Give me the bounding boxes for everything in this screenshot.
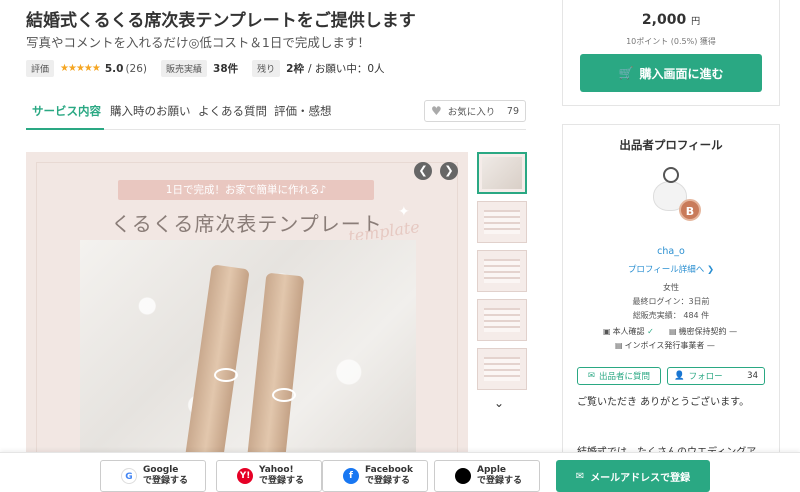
apple-signup-button[interactable]: Apple で登録する xyxy=(434,460,540,492)
check-icon: ✓ xyxy=(647,327,654,336)
thumbnail-image xyxy=(484,308,520,332)
ribbon-bow xyxy=(272,388,296,402)
facebook-icon: f xyxy=(343,468,359,484)
sales-count: 38件 xyxy=(213,63,239,75)
person-icon: ▣ xyxy=(603,327,611,336)
heart-icon: ♥ xyxy=(431,104,442,118)
buy-button[interactable]: 🛒 購入画面に進む xyxy=(580,54,762,92)
favorite-count: 79 xyxy=(506,105,519,117)
product-stats: 評価 ★★★★★ 5.0 (26) 販売実績 38件 残り 2枠 / お願い中：… xyxy=(26,60,385,77)
prev-image-icon[interactable]: ❮ xyxy=(414,162,432,180)
apple-label: Apple xyxy=(477,465,507,475)
identity-verified: ▣ 本人確認 ✓ xyxy=(603,326,654,337)
thumbnail-image xyxy=(484,210,520,234)
nda-label: 機密保持契約 xyxy=(678,327,727,336)
sparkle-icon: ✦ xyxy=(398,204,410,220)
apple-sub: で登録する xyxy=(477,476,523,486)
thumbnail-image xyxy=(484,357,520,381)
tab-faq[interactable]: よくある質問 xyxy=(198,103,267,119)
next-image-icon[interactable]: ❯ xyxy=(440,162,458,180)
email-signup-label: メールアドレスで登録 xyxy=(590,472,691,484)
seller-username[interactable]: cha_o xyxy=(563,246,779,257)
remaining-slots: 2枠 xyxy=(286,63,304,75)
apple-icon xyxy=(455,468,471,484)
requests-count: / お願い中：0人 xyxy=(307,63,385,75)
avatar[interactable]: B xyxy=(643,163,703,223)
avatar-head xyxy=(663,167,679,183)
thumbnail-list xyxy=(477,152,527,397)
facebook-sub: で登録する xyxy=(365,476,411,486)
yahoo-signup-button[interactable]: Y! Yahoo! で登録する xyxy=(216,460,322,492)
ribbon-bow xyxy=(214,368,238,382)
mail-icon: ✉ xyxy=(587,371,596,381)
google-label: Google xyxy=(143,465,179,475)
document-icon: ▤ xyxy=(669,327,677,336)
favorite-label: お気に入り xyxy=(447,107,496,118)
rating-score: 5.0 xyxy=(104,62,124,75)
tab-purchase-notes[interactable]: 購入時のお願い xyxy=(110,103,191,119)
invoice-status: ▤ インボイス発行事業者 — xyxy=(615,341,715,350)
chevron-down-icon[interactable]: ⌄ xyxy=(494,396,504,410)
thumbnail-image xyxy=(484,259,520,283)
thumbnail-image xyxy=(482,157,522,189)
mail-icon: ✉ xyxy=(575,470,585,482)
buy-label: 購入画面に進む xyxy=(639,66,724,81)
rank-badge-icon: B xyxy=(679,199,701,221)
yahoo-icon: Y! xyxy=(237,468,253,484)
identity-label: 本人確認 xyxy=(612,327,645,336)
review-count-link[interactable]: (26) xyxy=(125,63,147,75)
google-sub: で登録する xyxy=(143,476,189,486)
google-signup-button[interactable]: G Google で登録する xyxy=(100,460,206,492)
ask-seller-button[interactable]: ✉ 出品者に質問 xyxy=(577,367,661,385)
rating-tag: 評価 xyxy=(26,60,55,77)
purchase-box: 2,000 円 10ポイント (0.5%) 獲得 🛒 購入画面に進む xyxy=(562,0,780,106)
seller-total-sales: 総販売実績： 484 件 xyxy=(632,311,710,320)
favorite-button[interactable]: ♥ お気に入り 79 xyxy=(424,100,526,122)
signup-footer: G Google で登録する Y! Yahoo! で登録する f Facebook で… xyxy=(0,452,800,492)
seller-profile: 出品者プロフィール B cha_o プロフィール詳細へ ❯ 女性 最終ログイン：… xyxy=(562,124,780,458)
facebook-label: Facebook xyxy=(365,465,413,475)
follow-button[interactable]: 👤 フォロー 34 xyxy=(667,367,765,385)
tab-service[interactable]: サービス内容 xyxy=(32,103,101,119)
price-currency: 円 xyxy=(691,17,701,27)
yahoo-label: Yahoo! xyxy=(259,465,294,475)
image-banner: 1日で完成！お家で簡単に作れる♪ xyxy=(118,180,374,200)
thumbnail[interactable] xyxy=(477,152,527,194)
invoice-icon: ▤ xyxy=(615,341,623,350)
ask-seller-label: 出品者に質問 xyxy=(599,372,651,382)
cart-icon: 🛒 xyxy=(618,66,634,80)
seller-heading: 出品者プロフィール xyxy=(619,138,723,152)
seller-last-login: 最終ログイン：3日前 xyxy=(632,297,710,306)
thumbnail[interactable] xyxy=(477,299,527,341)
thumbnail[interactable] xyxy=(477,250,527,292)
page-title: 結婚式くるくる席次表テンプレートをご提供します xyxy=(26,11,416,31)
price: 2,000 円 xyxy=(563,12,779,28)
follow-count: 34 xyxy=(747,371,758,381)
active-tab-indicator xyxy=(26,128,104,130)
thumbnail[interactable] xyxy=(477,348,527,390)
seller-greeting: ご覧いただき ありがとうございます。 xyxy=(577,397,750,408)
thumbnail[interactable] xyxy=(477,201,527,243)
tab-reviews[interactable]: 評価・感想 xyxy=(274,103,332,119)
star-rating-icon: ★★★★★ xyxy=(60,63,101,74)
sales-tag: 販売実績 xyxy=(161,60,208,77)
product-photo xyxy=(80,240,416,452)
profile-detail-link[interactable]: プロフィール詳細へ ❯ xyxy=(563,263,779,275)
invoice-label: インボイス発行事業者 xyxy=(624,341,705,350)
facebook-signup-button[interactable]: f Facebook で登録する xyxy=(322,460,428,492)
user-plus-icon: 👤 xyxy=(674,371,685,381)
follow-label: フォロー xyxy=(688,372,723,382)
email-signup-button[interactable]: ✉ メールアドレスで登録 xyxy=(556,460,710,492)
main-product-image[interactable]: 1日で完成！お家で簡単に作れる♪ くるくる席次表テンプレート template … xyxy=(26,152,468,452)
page-subtitle: 写真やコメントを入れるだけ◎低コスト＆1日で完成します！ xyxy=(26,35,370,50)
remaining-tag: 残り xyxy=(252,60,281,77)
yahoo-sub: で登録する xyxy=(259,476,305,486)
seller-gender: 女性 xyxy=(663,283,679,292)
google-icon: G xyxy=(121,468,137,484)
nda-status: ▤ 機密保持契約 — xyxy=(669,327,738,336)
price-value: 2,000 xyxy=(641,12,687,28)
points-note: 10ポイント (0.5%) 獲得 xyxy=(626,37,716,46)
